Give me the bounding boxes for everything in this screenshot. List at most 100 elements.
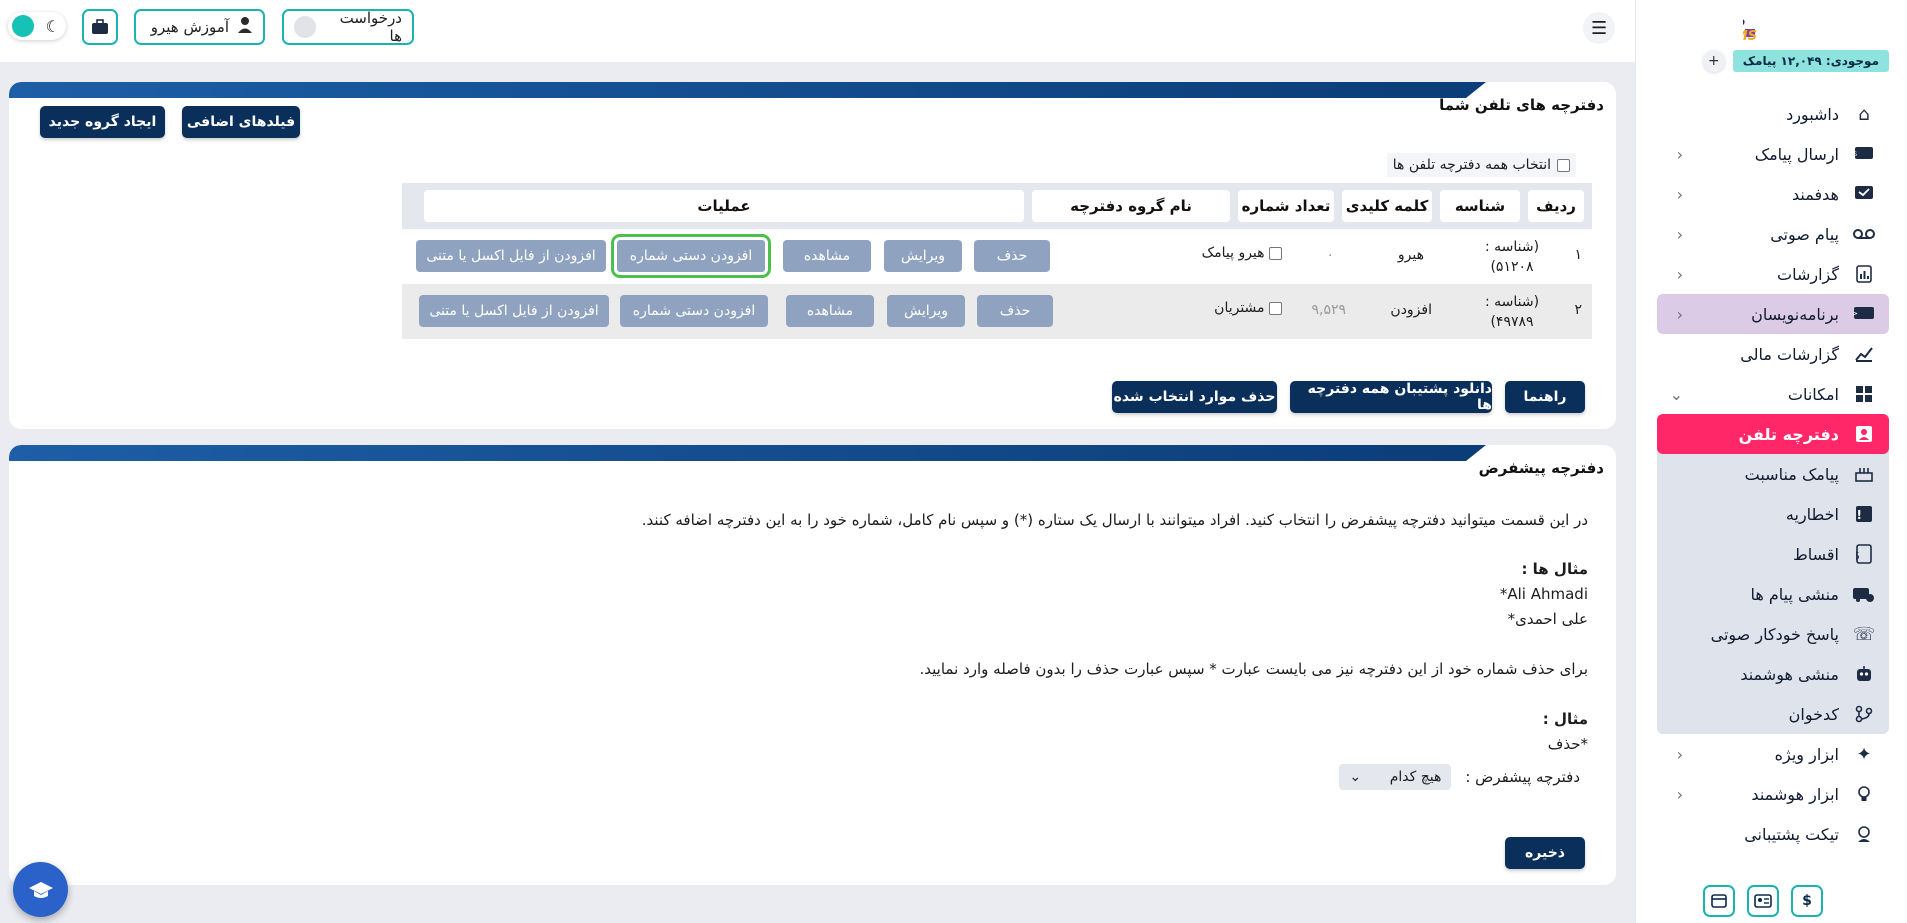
add-credit-button[interactable]: + [1702,50,1725,72]
example-persian: علی احمدی* [1507,610,1588,628]
sidebar-item-send-sms[interactable]: SMS ارسال پیامک ‹ [1657,134,1889,174]
svg-text:SMS: SMS [1854,151,1857,158]
sidebar-item-label: منشی هوشمند [1740,664,1839,684]
sidebar-item-label: هدفمند [1792,184,1839,204]
sidebar-item-label: ارسال پیامک [1754,144,1839,164]
svg-text:SMS: SMS [1743,29,1757,44]
chevron-left-icon: ‹ [1676,744,1683,764]
requests-button[interactable]: درخواست ها [282,9,414,45]
robot-icon [1851,663,1877,685]
contact-book-icon [1851,423,1877,445]
tutorial-fab[interactable] [13,862,68,917]
col-keyword: کلمه کلیدی [1342,190,1432,222]
add-manual-number-button[interactable]: افزودن دستی شماره [620,295,768,327]
sidebar-item-smart-assistant[interactable]: منشی هوشمند [1657,654,1889,694]
sidebar-nav: ⌂ داشبورد SMS ارسال پیامک ‹ هدفمند ‹ پیا… [1657,94,1889,854]
sidebar-item-phonebook[interactable]: دفترچه تلفن [1657,414,1889,454]
features-submenu: دفترچه تلفن پیامک مناسبت ! اخطاریه $ اقس… [1657,414,1889,734]
sidebar-item-special-tools[interactable]: ✦ ابزار ویژه ‹ [1657,734,1889,774]
select-all-checkbox[interactable] [1557,158,1570,172]
example-title: مثال : [1542,710,1588,728]
sidebar-item-label: پیام صوتی [1770,224,1839,244]
row-name-cell: هیرو پیامک [1202,245,1282,261]
chevron-left-icon: ‹ [1676,784,1683,804]
add-from-file-button[interactable]: افزودن از فایل اکسل یا متنی [416,240,606,272]
col-row: ردیف [1528,190,1584,222]
delete-button[interactable]: حذف [977,295,1053,327]
topbar: ☰ درخواست ها آموزش هیرو ☾ [0,0,1635,62]
delete-button[interactable]: حذف [974,240,1050,272]
briefcase-icon [92,19,108,34]
sidebar-item-installments[interactable]: $ اقساط [1657,534,1889,574]
sidebar-item-financial-reports[interactable]: گزارشات مالی [1657,334,1889,374]
phone-auto-reply-icon: ☏ [1852,623,1876,645]
example-latin: *Ali Ahmadi [1499,585,1588,603]
credit-badge: موجودی: ۱۲,۰۴۹ پیامک [1732,50,1889,72]
developer-icon: </> [1851,303,1877,325]
target-message-icon [1851,183,1877,205]
view-button[interactable]: مشاهده [783,240,871,272]
sidebar-item-label: گزارشات [1777,264,1839,284]
sidebar-item-code-reader[interactable]: کدخوان [1657,694,1889,734]
sidebar-item-label: ابزار هوشمند [1751,784,1839,804]
row-name-cell: مشتریان [1214,300,1282,316]
delete-selected-button[interactable]: حذف موارد انتخاب شده [1112,381,1277,413]
row-checkbox[interactable] [1269,246,1282,260]
sidebar-item-label: امکانات [1787,384,1839,404]
examples-title: مثال ها : [1521,560,1588,578]
sidebar-item-label: اخطاریه [1785,504,1839,524]
sidebar-item-warning[interactable]: ! اخطاریه [1657,494,1889,534]
phonebooks-table: ردیف شناسه کلمه کلیدی تعداد شماره نام گر… [402,183,1592,339]
sidebar: hiro SMS موجودی: ۱۲,۰۴۹ پیامک + ⌂ داشبور… [1635,0,1907,923]
col-id: شناسه [1440,190,1520,222]
moon-icon: ☾ [45,16,60,36]
new-group-button[interactable]: ایجاد گروه جدید [40,106,165,138]
menu-toggle-button[interactable]: ☰ [1583,12,1615,44]
sidebar-item-developers[interactable]: </> برنامه‌نویسان ‹ [1657,294,1889,334]
row-keyword: افزودن [1390,302,1432,318]
select-all-row: انتخاب همه دفترچه تلفن ها [1386,153,1576,177]
graduation-cap-icon [28,881,53,898]
sidebar-item-features[interactable]: امکانات ⌄ [1657,374,1889,414]
row-number: ۲ [1574,302,1582,318]
cake-icon [1851,463,1877,485]
card-header-bar [9,445,1486,461]
add-manual-number-button[interactable]: افزودن دستی شماره [611,234,771,278]
table-row: ۱ (شناسه :۵۱۲۰۸) هیرو ۰ هیرو پیامک حذف و… [402,229,1592,284]
sidebar-item-smart-tools[interactable]: ابزار هوشمند ‹ [1657,774,1889,814]
sidebar-item-label: پاسخ خودکار صوتی [1710,624,1839,644]
row-checkbox[interactable] [1269,301,1282,315]
sidebar-item-label: کدخوان [1788,704,1839,724]
sidebar-item-dashboard[interactable]: ⌂ داشبورد [1657,94,1889,134]
bulb-icon [1851,783,1877,805]
save-button[interactable]: ذخیره [1505,837,1585,869]
profile-card-button[interactable] [1747,885,1779,917]
wallet-button[interactable]: $ [1791,885,1823,917]
edit-button[interactable]: ویرایش [887,295,965,327]
row-count: ۰ [1326,247,1334,263]
add-from-file-button[interactable]: افزودن از فایل اکسل یا متنی [419,295,609,327]
download-backup-button[interactable]: دانلود پشتیبان همه دفترچه ها [1290,381,1492,413]
sidebar-item-voice[interactable]: پیام صوتی ‹ [1657,214,1889,254]
sidebar-item-reports[interactable]: گزارشات ‹ [1657,254,1889,294]
default-book-intro: در این قسمت میتوانید دفترچه پیشفرض را ان… [641,511,1588,529]
hiro-tutorial-button[interactable]: آموزش هیرو [134,9,265,45]
view-button[interactable]: مشاهده [786,295,874,327]
support-icon [1851,823,1877,845]
sidebar-item-occasion-sms[interactable]: پیامک مناسبت [1657,454,1889,494]
sidebar-item-targeted[interactable]: هدفمند ‹ [1657,174,1889,214]
theme-toggle[interactable]: ☾ [8,12,66,40]
edit-button[interactable]: ویرایش [884,240,962,272]
business-button[interactable] [82,9,118,45]
guide-button[interactable]: راهنما [1505,381,1585,413]
window-button[interactable] [1703,885,1735,917]
sidebar-item-message-assistant[interactable]: منشی پیام ها [1657,574,1889,614]
sidebar-item-support-ticket[interactable]: تیکت پشتیبانی [1657,814,1889,854]
extra-fields-button[interactable]: فیلدهای اضافی [182,106,300,138]
sidebar-item-voice-auto-reply[interactable]: ☏ پاسخ خودکار صوتی [1657,614,1889,654]
user-icon [237,16,253,38]
row-name: مشتریان [1214,300,1265,316]
default-book-select[interactable]: هیچ کدام ⌄ [1339,764,1452,790]
tutorial-label: آموزش هیرو [150,18,229,36]
col-count: تعداد شماره [1238,190,1334,222]
